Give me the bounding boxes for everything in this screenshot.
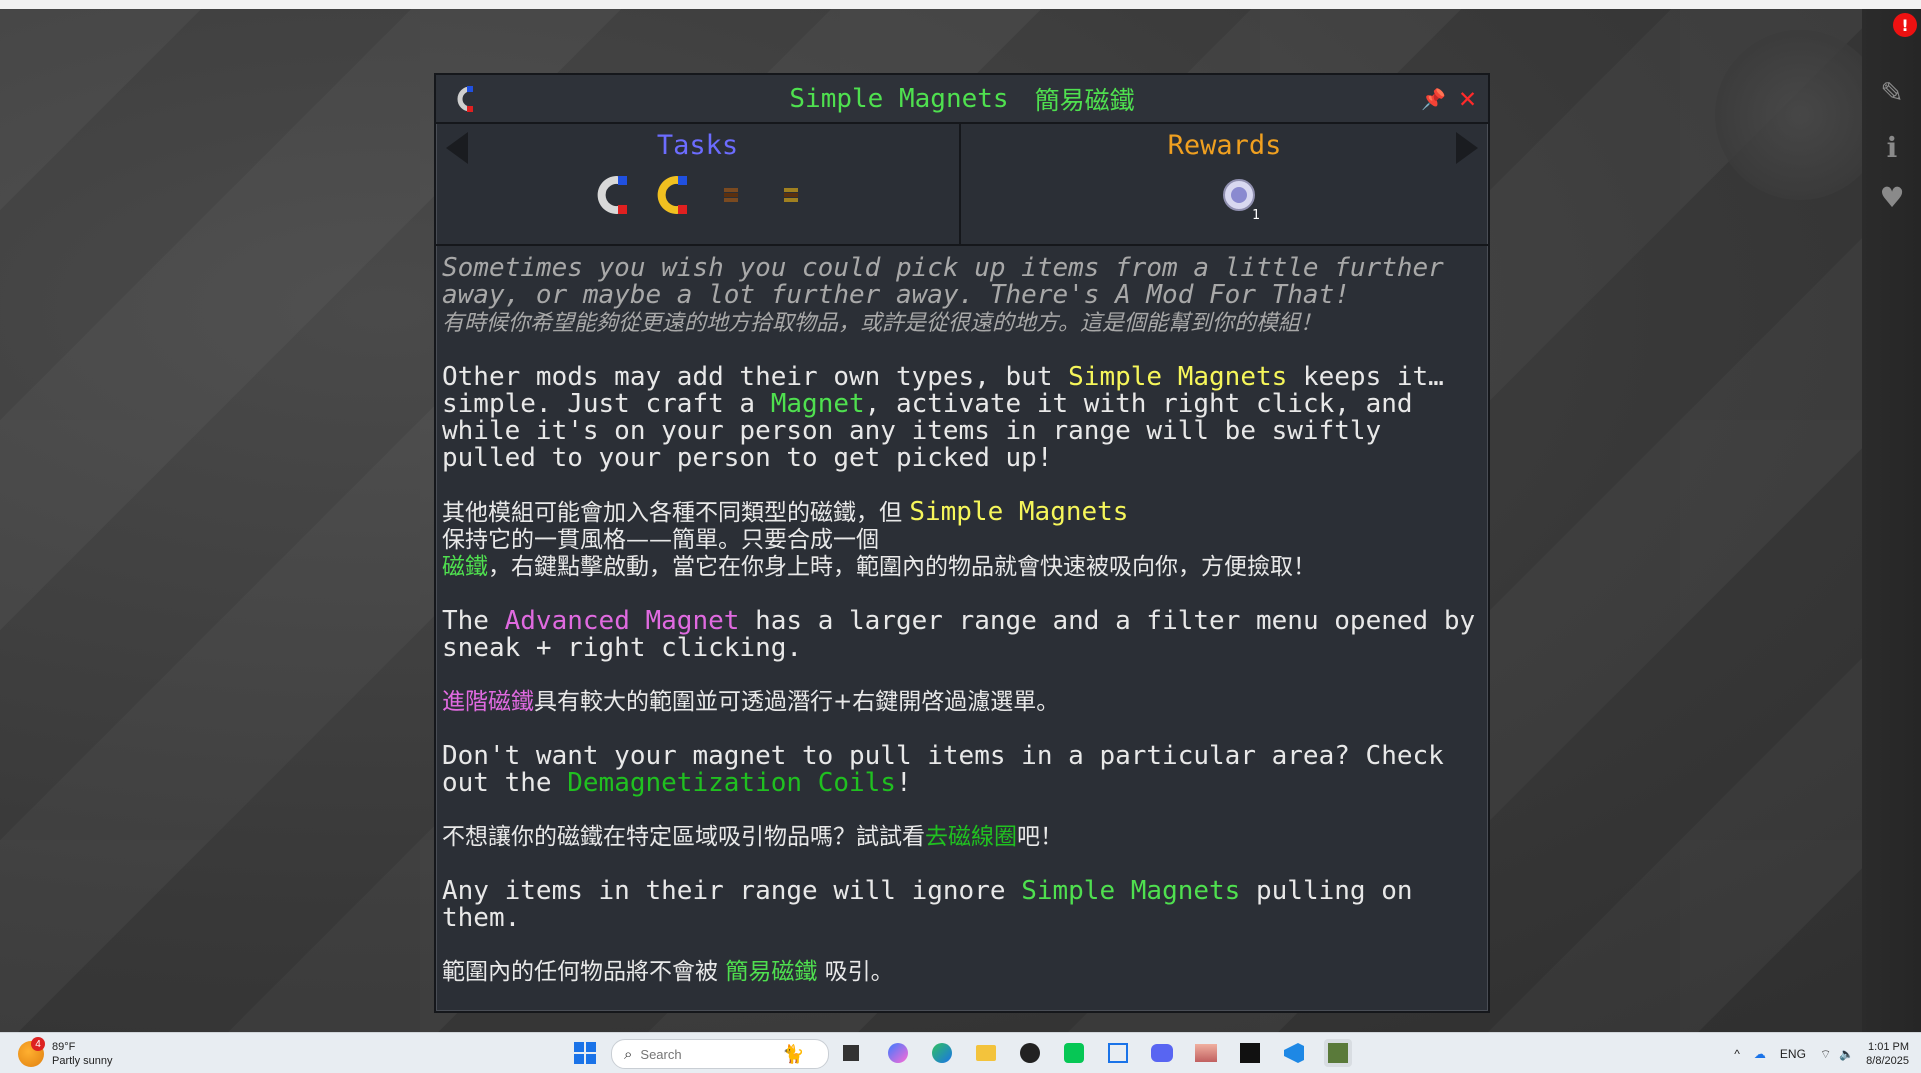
start-windows-icon[interactable] (571, 1039, 599, 1067)
intro-en: Sometimes you wish you could pick up ite… (442, 253, 1460, 310)
p8-highlight-simple-magnets: 簡易磁鐵 (725, 959, 818, 985)
vscode-icon[interactable] (1280, 1039, 1308, 1067)
weather-desc: Partly sunny (52, 1055, 113, 1067)
paragraph-5: Don't want your magnet to pull items in … (442, 743, 1482, 797)
quest-title-bar: Simple Magnets 簡易磁鐵 📌 ✕ (436, 75, 1488, 124)
paragraph-1: Other mods may add their own types, but … (442, 364, 1482, 472)
quest-window: Simple Magnets 簡易磁鐵 📌 ✕ Tasks Rewards 1 … (434, 73, 1490, 1013)
pin-icon[interactable]: 📌 (1421, 87, 1446, 111)
cursor-ide-icon[interactable] (1236, 1039, 1264, 1067)
image-app-icon[interactable] (1192, 1039, 1220, 1067)
p6-text-b: 吧！ (1017, 824, 1063, 850)
file-explorer-icon[interactable] (972, 1039, 1000, 1067)
launcher-icon[interactable] (1104, 1039, 1132, 1067)
weather-badge: 4 (31, 1037, 45, 1051)
tasks-rewards-area: Tasks Rewards 1 (436, 124, 1488, 246)
weather-widget[interactable]: 4 89°F Partly sunny (18, 1037, 113, 1071)
line-icon[interactable] (1060, 1039, 1088, 1067)
wifi-icon[interactable]: ⌔ (1820, 1047, 1831, 1062)
intro-paragraph: Sometimes you wish you could pick up ite… (442, 255, 1482, 337)
chevron-up-icon[interactable]: ^ (1734, 1047, 1740, 1061)
paragraph-7: Any items in their range will ignore Sim… (442, 878, 1482, 932)
alert-icon[interactable]: ! (1893, 13, 1917, 37)
quest-title-en: Simple Magnets (789, 83, 1009, 114)
search-highlight-cat-icon: 🐈 (782, 1043, 805, 1064)
search-input[interactable] (638, 1045, 783, 1063)
steam-icon[interactable] (1016, 1039, 1044, 1067)
quest-title-zh: 簡易磁鐵 (1034, 85, 1135, 115)
task-coil-gold-icon[interactable] (768, 172, 814, 218)
quest-description[interactable]: Sometimes you wish you could pick up ite… (442, 255, 1482, 1013)
intro-zh: 有時候你希望能夠從更遠的地方拾取物品，或許是從很遠的地方。這是個能幫到你的模組！ (442, 311, 1323, 336)
weather-text: 89°F Partly sunny (52, 1040, 113, 1068)
weather-sun-icon: 4 (18, 1037, 45, 1067)
paragraph-2: 其他模組可能會加入各種不同類型的磁鐵，但 Simple Magnets 保持它的… (442, 499, 1482, 581)
p2-text-a: 其他模組可能會加入各種不同類型的磁鐵，但 (442, 500, 910, 526)
paragraph-8: 範圍內的任何物品將不會被 簡易磁鐵 吸引。 (442, 959, 1482, 986)
minecraft-icon[interactable] (1324, 1039, 1352, 1067)
clock-time: 1:01 PM (1868, 1041, 1909, 1053)
p7-text-a: Any items in their range will ignore (442, 876, 1022, 906)
volume-icon[interactable]: 🔈 (1839, 1047, 1854, 1061)
taskbar-search-box[interactable]: ⌕ 🐈 (611, 1039, 829, 1069)
paragraph-3: The Advanced Magnet has a larger range a… (442, 608, 1482, 662)
paragraph-6: 不想讓你的磁鐵在特定區域吸引物品嗎？試試看去磁線圈吧！ (442, 824, 1482, 851)
language-indicator[interactable]: ENG (1780, 1047, 1806, 1061)
p2-highlight-simple-magnets: Simple Magnets (909, 497, 1129, 527)
tasks-pane: Tasks (436, 124, 961, 244)
top-strip (0, 0, 1921, 9)
rewards-pane: Rewards 1 (961, 124, 1488, 244)
taskbar: 4 89°F Partly sunny ⌕ 🐈 ^ ☁ ENG ⌔ 🔈 1:01… (0, 1032, 1921, 1073)
p3-text-a: The (442, 606, 505, 636)
p6-text-a: 不想讓你的磁鐵在特定區域吸引物品嗎？試試看 (442, 824, 925, 850)
p7-highlight-simple-magnets: Simple Magnets (1021, 876, 1241, 906)
pin-tool-icon[interactable]: ✎ (1875, 75, 1909, 109)
p3-highlight-advanced-magnet: Advanced Magnet (504, 606, 740, 636)
p5-text-b: ! (895, 768, 912, 798)
p2-text-c: ，右鍵點擊啟動，當它在你身上時，範圍內的物品就會快速被吸向你，方便撿取！ (488, 554, 1316, 580)
clock[interactable]: 1:01 PM 8/8/2025 (1866, 1040, 1909, 1068)
p1-highlight-magnet: Magnet (770, 389, 865, 419)
p5-highlight-demagnetization-coils: Demagnetization Coils (567, 768, 896, 798)
discord-icon[interactable] (1148, 1039, 1176, 1067)
task-advanced-magnet-icon[interactable] (648, 172, 694, 218)
reward-count: 1 (1252, 208, 1260, 223)
info-icon[interactable]: ℹ (1875, 130, 1909, 164)
magnet-icon (457, 86, 473, 112)
close-icon[interactable]: ✕ (1459, 81, 1476, 114)
system-tray: ^ ☁ ENG ⌔ 🔈 1:01 PM 8/8/2025 (1734, 1037, 1909, 1071)
p2-highlight-magnet: 磁鐵 (442, 554, 488, 580)
p4-text-b: 具有較大的範圍並可透過潛行+右鍵開啓過濾選單。 (534, 689, 1060, 715)
clock-date: 8/8/2025 (1866, 1055, 1909, 1067)
paragraph-4: 進階磁鐵具有較大的範圍並可透過潛行+右鍵開啓過濾選單。 (442, 689, 1482, 716)
task-coil-icon[interactable] (708, 172, 754, 218)
edge-browser-icon[interactable] (928, 1039, 956, 1067)
tasks-label: Tasks (656, 130, 739, 161)
p8-text-a: 範圍內的任何物品將不會被 (442, 959, 726, 985)
p2-text-b: 保持它的一貫風格——簡單。只要合成一個 (442, 527, 879, 553)
p4-highlight-advanced-magnet: 進階磁鐵 (442, 689, 534, 715)
weather-temp: 89°F (52, 1041, 76, 1053)
next-page-arrow-icon[interactable] (1456, 132, 1478, 164)
p8-text-b: 吸引。 (817, 959, 894, 985)
p1-highlight-simple-magnets: Simple Magnets (1068, 362, 1288, 392)
copilot-icon[interactable] (884, 1039, 912, 1067)
search-icon: ⌕ (624, 1045, 633, 1063)
onedrive-icon[interactable]: ☁ (1754, 1047, 1766, 1061)
p6-highlight-coils: 去磁線圈 (925, 824, 1017, 850)
task-magnet-icon[interactable] (588, 172, 634, 218)
minimap (1715, 30, 1885, 200)
heart-download-icon[interactable]: ♥ (1875, 180, 1909, 214)
rewards-label: Rewards (1167, 130, 1282, 161)
task-view-icon[interactable] (837, 1039, 865, 1067)
p1-text-a: Other mods may add their own types, but (442, 362, 1069, 392)
